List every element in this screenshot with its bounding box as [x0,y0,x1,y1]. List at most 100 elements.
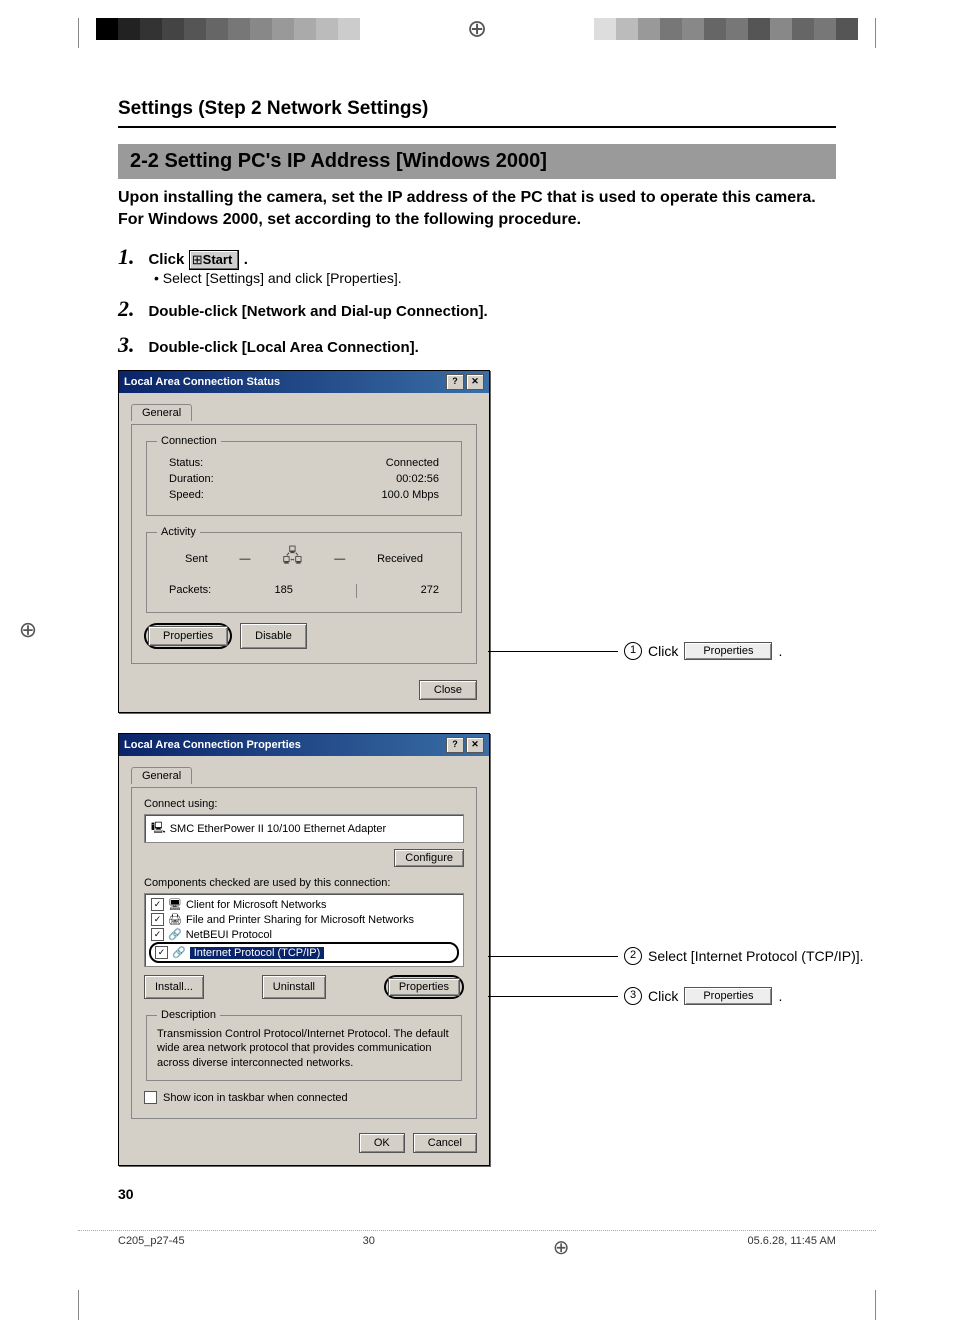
checkbox-icon[interactable]: ✓ [151,913,164,926]
callout-text: Click [648,988,678,1004]
checkbox-icon[interactable]: ✓ [155,946,168,959]
network-activity-icon: 🖧 [282,544,302,574]
cancel-button[interactable]: Cancel [413,1133,477,1153]
footer-meta: C205_p27-45 30 ⊕ 05.6.28, 11:45 AM [78,1230,876,1290]
step-3: 3. Double-click [Local Area Connection]. [118,332,836,358]
checkbox-icon[interactable] [144,1091,157,1104]
description-legend: Description [157,1009,220,1021]
callout-dot: . [778,643,782,659]
page-header: Settings (Step 2 Network Settings) [118,98,836,120]
step-number: 1. [118,244,144,270]
duration-value: 00:02:56 [396,473,439,485]
footer-date: 05.6.28, 11:45 AM [748,1235,836,1260]
callout-properties-button: Properties [684,987,772,1005]
packets-sent: 185 [275,584,293,598]
client-icon: 🖥 [168,898,182,911]
dialog-title: Local Area Connection Status [124,376,280,388]
share-icon: 🖨 [168,913,182,926]
callout-2: 2 Select [Internet Protocol (TCP/IP)]. [488,947,864,965]
color-bar-left [96,18,360,40]
protocol-icon: 🔗 [172,946,186,959]
connection-fieldset: Connection Status: Connected Duration: 00:… [146,435,462,516]
callout-highlight: Properties [144,623,232,649]
adapter-row: 🖳 SMC EtherPower II 10/100 Ethernet Adap… [149,818,459,839]
step-2: 2. Double-click [Network and Dial-up Con… [118,296,836,322]
status-value: Connected [386,457,439,469]
footer-file: C205_p27-45 [118,1235,185,1260]
adapter-icon: 🖳 [151,819,166,838]
list-item-selected[interactable]: ✓ 🔗 Internet Protocol (TCP/IP) [153,945,455,960]
dialog-title: Local Area Connection Properties [124,739,301,751]
callout-1: 1 Click Properties . [488,642,782,660]
tab-general[interactable]: General [131,767,192,784]
show-icon-label: Show icon in taskbar when connected [163,1092,348,1104]
close-button[interactable]: ✕ [466,374,484,390]
callout-text: Select [Internet Protocol (TCP/IP)]. [648,948,864,964]
callout-properties-button: Properties [684,642,772,660]
connection-legend: Connection [157,435,221,447]
step-text: Double-click [Local Area Connection]. [148,339,418,356]
checkbox-icon[interactable]: ✓ [151,928,164,941]
help-button[interactable]: ? [446,374,464,390]
start-button[interactable]: ⊞Start [189,250,240,270]
list-item[interactable]: ✓ 🖨 File and Printer Sharing for Microsoft… [149,912,459,927]
help-button[interactable]: ? [446,737,464,753]
item-label: Internet Protocol (TCP/IP) [190,947,325,959]
item-label: Client for Microsoft Networks [186,899,327,911]
title-bar: Local Area Connection Properties ? ✕ [119,734,489,756]
connect-using-label: Connect using: [144,798,464,810]
header-rule [118,126,836,128]
start-label: Start [203,252,233,267]
list-item[interactable]: ✓ 🔗 NetBEUI Protocol [149,927,459,942]
page-number: 30 [118,1186,836,1202]
protocol-icon: 🔗 [168,928,182,941]
ok-button[interactable]: OK [359,1133,405,1153]
speed-label: Speed: [169,489,204,501]
tab-general[interactable]: General [131,404,192,421]
step-number: 2. [118,296,144,322]
show-icon-row[interactable]: Show icon in taskbar when connected [144,1091,464,1104]
windows-flag-icon: ⊞ [192,252,203,267]
close-button[interactable]: ✕ [466,737,484,753]
list-item[interactable]: ✓ 🖥 Client for Microsoft Networks [149,897,459,912]
step-text-after: . [244,251,248,268]
callout-highlight: Properties [384,975,464,999]
registration-mark-icon: ⊕ [19,617,37,643]
step-text: Click [148,251,184,268]
close-dialog-button[interactable]: Close [419,680,477,700]
packets-received: 272 [421,584,439,598]
status-dialog: Local Area Connection Status ? ✕ General… [118,370,490,713]
disable-button[interactable]: Disable [240,623,307,649]
callout-dot: . [778,988,782,1004]
item-label: NetBEUI Protocol [186,929,272,941]
print-marks-top: ⊕ [0,18,954,58]
activity-legend: Activity [157,526,200,538]
title-bar: Local Area Connection Status ? ✕ [119,371,489,393]
properties-button[interactable]: Properties [148,626,228,646]
properties-dialog: Local Area Connection Properties ? ✕ Gen… [118,733,490,1166]
configure-button[interactable]: Configure [394,849,464,867]
step-number: 3. [118,332,144,358]
properties-button[interactable]: Properties [388,978,460,996]
step-text: Double-click [Network and Dial-up Connec… [148,303,487,320]
speed-value: 100.0 Mbps [382,489,439,501]
callout-3: 3 Click Properties . [488,987,782,1005]
components-list[interactable]: ✓ 🖥 Client for Microsoft Networks ✓ 🖨 File a… [144,893,464,967]
section-intro: Upon installing the camera, set the IP a… [118,187,836,230]
step-1-sub: • Select [Settings] and click [Propertie… [154,270,836,286]
status-label: Status: [169,457,203,469]
section-title: 2-2 Setting PC's IP Address [Windows 200… [118,144,836,179]
checkbox-icon[interactable]: ✓ [151,898,164,911]
packets-label: Packets: [169,584,211,598]
duration-label: Duration: [169,473,214,485]
color-bar-right [594,18,858,40]
sent-label: Sent [185,553,208,565]
callout-number: 3 [624,987,642,1005]
callout-number: 1 [624,642,642,660]
received-label: Received [377,553,423,565]
components-label: Components checked are used by this conn… [144,877,464,889]
install-button[interactable]: Install... [144,975,204,999]
item-label: File and Printer Sharing for Microsoft N… [186,914,414,926]
uninstall-button[interactable]: Uninstall [262,975,326,999]
footer-page: 30 [363,1235,375,1260]
